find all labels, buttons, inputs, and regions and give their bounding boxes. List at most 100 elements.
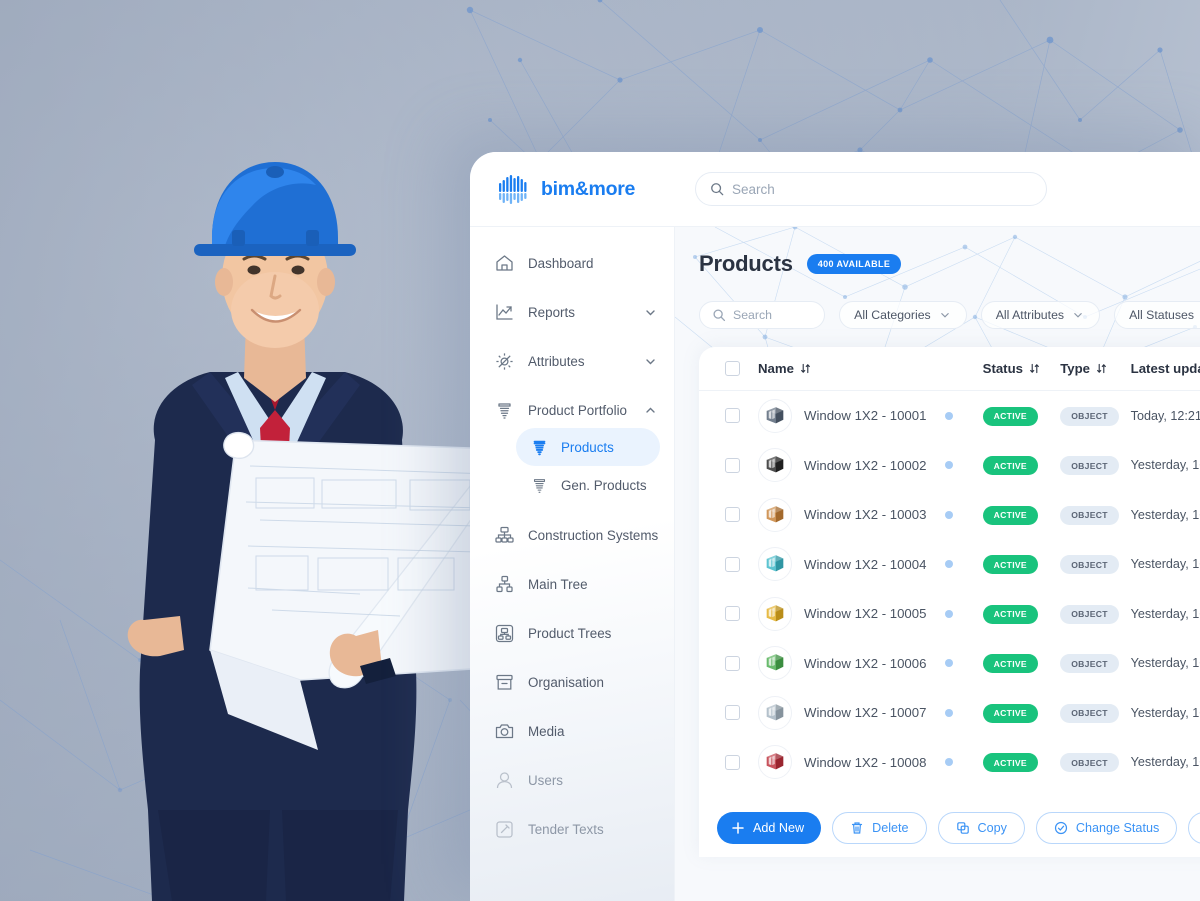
edit-button[interactable]: Edit <box>1188 812 1200 844</box>
sidebar-item-reports[interactable]: Reports <box>484 294 660 330</box>
status-dot-icon <box>945 560 954 569</box>
row-checkbox[interactable] <box>725 457 740 473</box>
column-label: Name <box>758 361 794 376</box>
row-checkbox[interactable] <box>725 556 740 572</box>
chevron-up-icon[interactable] <box>645 405 656 416</box>
status-dot-icon <box>945 609 954 618</box>
add-new-button[interactable]: Add New <box>717 812 822 844</box>
status-badge: ACTIVE <box>982 456 1038 475</box>
main-content: Products 400 AVAILABLE Search All Catego… <box>675 227 1200 901</box>
filter-label: All Attributes <box>995 308 1065 322</box>
product-thumbnail <box>758 448 792 483</box>
sort-updown-icon <box>801 363 810 374</box>
status-dot-icon <box>945 708 954 717</box>
sidebar-subitem-products[interactable]: Products <box>516 428 660 466</box>
status-badge: ACTIVE <box>982 753 1038 772</box>
sidebar-item-product-trees[interactable]: Product Trees <box>484 615 660 651</box>
chevron-down-icon[interactable] <box>645 307 656 318</box>
filter-bar: Search All Categories All Attributes All… <box>699 301 1200 329</box>
search-icon <box>713 309 726 322</box>
user-icon <box>494 770 515 791</box>
sidebar-item-organisation[interactable]: Organisation <box>484 664 660 700</box>
products-table: Name Status Type Latest upd Window 1X2 -… <box>699 347 1200 857</box>
product-thumbnail <box>758 497 792 532</box>
gear-icon <box>494 351 515 372</box>
table-row[interactable]: Window 1X2 - 10001 ACTIVE OBJECT Today, … <box>699 391 1200 441</box>
sidebar-label: Main Tree <box>528 576 588 592</box>
filter-label: All Statuses <box>1129 308 1194 322</box>
row-checkbox[interactable] <box>725 606 740 622</box>
table-header-row: Name Status Type Latest upd <box>699 347 1200 391</box>
sidebar-item-users[interactable]: Users <box>484 762 660 798</box>
sidebar-item-attributes[interactable]: Attributes <box>484 343 660 379</box>
row-checkbox[interactable] <box>725 408 740 424</box>
sort-updown-icon <box>1097 363 1106 374</box>
sidebar-item-media[interactable]: Media <box>484 713 660 749</box>
product-thumbnail <box>758 547 792 582</box>
latest-update-value: Yesterday, 16 <box>1130 507 1200 522</box>
sidebar-item-dashboard[interactable]: Dashboard <box>484 245 660 281</box>
row-checkbox[interactable] <box>725 507 740 523</box>
sidebar-label: Dashboard <box>528 255 594 271</box>
table-row[interactable]: Window 1X2 - 10004 ACTIVE OBJECT Yesterd… <box>699 540 1200 590</box>
product-name: Window 1X2 - 10002 <box>804 457 927 473</box>
table-row[interactable]: Window 1X2 - 10002 ACTIVE OBJECT Yesterd… <box>699 441 1200 491</box>
check-circle-icon <box>1054 821 1068 835</box>
app-topbar: bim&more Search <box>470 152 1200 227</box>
table-row[interactable]: Window 1X2 - 10005 ACTIVE OBJECT Yesterd… <box>699 589 1200 639</box>
delete-button[interactable]: Delete <box>832 812 927 844</box>
sidebar-item-tender-texts[interactable]: Tender Texts <box>484 811 660 847</box>
row-checkbox[interactable] <box>725 655 740 671</box>
bim-bars-logo-icon <box>498 174 532 204</box>
table-row[interactable]: Window 1X2 - 10008 ACTIVE OBJECT Yesterd… <box>699 738 1200 788</box>
latest-update-value: Yesterday, 16 <box>1130 705 1200 720</box>
status-badge: ACTIVE <box>982 604 1038 624</box>
column-label: Status <box>982 361 1023 376</box>
sort-updown-icon <box>1030 363 1039 374</box>
status-dot-icon <box>945 758 954 767</box>
document-pen-icon <box>494 819 515 840</box>
select-all-checkbox[interactable] <box>725 361 740 376</box>
row-checkbox[interactable] <box>725 705 740 721</box>
camera-icon <box>494 721 515 742</box>
table-row[interactable]: Window 1X2 - 10006 ACTIVE OBJECT Yesterd… <box>699 639 1200 689</box>
product-thumbnail <box>758 646 792 681</box>
home-icon <box>494 253 515 274</box>
chevron-down-icon[interactable] <box>645 356 656 367</box>
type-badge: OBJECT <box>1060 654 1119 673</box>
table-row[interactable]: Window 1X2 - 10003 ACTIVE OBJECT Yesterd… <box>699 490 1200 540</box>
table-body: Window 1X2 - 10001 ACTIVE OBJECT Today, … <box>699 391 1200 787</box>
filter-all-categories[interactable]: All Categories <box>839 301 967 329</box>
latest-update-value: Today, 12:21 <box>1130 408 1200 423</box>
page-header: Products 400 AVAILABLE <box>699 251 1200 277</box>
product-thumbnail <box>758 745 792 780</box>
column-header-type[interactable]: Type <box>1060 361 1130 376</box>
products-search-input[interactable]: Search <box>699 301 826 329</box>
filter-all-statuses[interactable]: All Statuses <box>1114 301 1200 329</box>
global-search-input[interactable]: Search <box>695 172 1047 206</box>
product-thumbnail <box>758 596 792 631</box>
table-row[interactable]: Window 1X2 - 10007 ACTIVE OBJECT Yesterd… <box>699 688 1200 738</box>
sidebar-subitem-gen-products[interactable]: Gen. Products <box>516 466 660 504</box>
page-title: Products <box>699 251 793 276</box>
column-header-latest-update[interactable]: Latest update <box>1131 361 1200 376</box>
brand-logo[interactable]: bim&more <box>470 174 675 204</box>
filter-all-attributes[interactable]: All Attributes <box>980 301 1101 329</box>
sidebar-item-main-tree[interactable]: Main Tree <box>484 566 660 602</box>
button-label: Change Status <box>1075 821 1160 835</box>
sidebar-item-construction-systems[interactable]: Construction Systems <box>484 517 660 553</box>
archive-box-icon <box>494 672 515 693</box>
row-checkbox[interactable] <box>725 754 740 770</box>
change-status-button[interactable]: Change Status <box>1035 812 1178 844</box>
sidebar-label: Organisation <box>528 674 604 690</box>
copy-button[interactable]: Copy <box>937 812 1025 844</box>
type-badge: OBJECT <box>1060 505 1119 525</box>
column-header-name[interactable]: Name <box>758 361 983 376</box>
product-name: Window 1X2 - 10006 <box>804 655 927 671</box>
column-header-status[interactable]: Status <box>983 361 1061 376</box>
search-icon <box>711 183 724 196</box>
sidebar-item-product-portfolio[interactable]: Product Portfolio <box>484 392 660 428</box>
sidebar-label: Tender Texts <box>528 821 604 837</box>
chart-line-icon <box>494 302 515 323</box>
product-name: Window 1X2 - 10007 <box>804 705 927 721</box>
